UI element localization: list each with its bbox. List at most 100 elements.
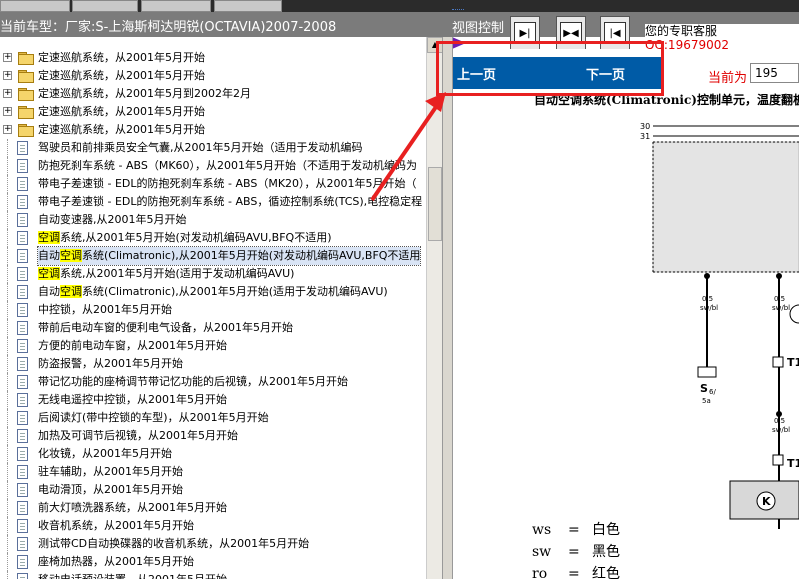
- tree-item-label[interactable]: 空调系统,从2001年5月开始(对发动机编码AVU,BFQ不适用): [38, 229, 332, 247]
- tree-item-label[interactable]: 自动空调系统(Climatronic),从2001年5月开始(适用于发动机编码A…: [38, 283, 388, 301]
- toolbar-button[interactable]: [0, 0, 70, 12]
- tree-guide-line: [7, 355, 9, 373]
- tree-item-label[interactable]: 带前后电动车窗的便利电气设备，从2001年5月开始: [38, 319, 293, 337]
- tree-item-label[interactable]: 中控锁，从2001年5月开始: [38, 301, 172, 319]
- expand-icon[interactable]: +: [3, 71, 12, 80]
- document-icon: [17, 321, 28, 335]
- tree-item-label[interactable]: 定速巡航系统，从2001年5月开始: [38, 67, 205, 85]
- prev-page-button[interactable]: 上一页: [457, 64, 496, 83]
- label-suffix: 系统(Climatronic),从2001年5月开始(对发动机编码AVU,BFQ…: [82, 249, 421, 262]
- tree-doc-item[interactable]: 座椅加热器，从2001年5月开始: [0, 553, 426, 571]
- tree-folder-item[interactable]: + 定速巡航系统，从2001年5月开始: [0, 121, 426, 139]
- tree-guide-line: [7, 517, 9, 535]
- tree-item-label[interactable]: 自动变速器,从2001年5月开始: [38, 211, 187, 229]
- current-page-input[interactable]: [750, 63, 799, 83]
- tree-item-label[interactable]: 空调系统,从2001年5月开始(适用于发动机编码AVU): [38, 265, 294, 283]
- tree-item-label[interactable]: 无线电遥控中控锁，从2001年5月开始: [38, 391, 227, 409]
- tree-doc-item[interactable]: 自动空调系统(Climatronic),从2001年5月开始(适用于发动机编码A…: [0, 283, 426, 301]
- tree-doc-item[interactable]: 化妆镜，从2001年5月开始: [0, 445, 426, 463]
- next-page-button[interactable]: 下一页: [586, 64, 625, 83]
- tree-doc-item[interactable]: 带电子差速锁 - EDL的防抱死刹车系统 - ABS，循迹控制系统(TCS),电…: [0, 193, 426, 211]
- tree-folder-item[interactable]: + 定速巡航系统，从2001年5月开始: [0, 103, 426, 121]
- expand-icon[interactable]: +: [3, 125, 12, 134]
- tree-item-label[interactable]: 驾驶员和前排乘员安全气囊,从2001年5月开始（适用于发动机编码: [38, 139, 363, 157]
- expand-icon[interactable]: +: [3, 107, 12, 116]
- top-toolbar-strip: [0, 0, 799, 12]
- tree-guide-line: [7, 193, 9, 211]
- wire-node: [776, 411, 782, 417]
- tree-item-label[interactable]: 带电子差速锁 - EDL的防抱死刹车系统 - ABS（MK20），从2001年5…: [38, 175, 417, 193]
- tree-item-label[interactable]: 化妆镜，从2001年5月开始: [38, 445, 172, 463]
- view-right-button[interactable]: |◀: [600, 16, 630, 50]
- tree-item-label[interactable]: 自动空调系统(Climatronic),从2001年5月开始(对发动机编码AVU…: [36, 246, 422, 266]
- scroll-thumb[interactable]: [428, 167, 442, 241]
- view-left-button[interactable]: ▶|: [510, 16, 540, 50]
- tree-doc-item[interactable]: 驻车辅助，从2001年5月开始: [0, 463, 426, 481]
- tree-doc-item[interactable]: 驾驶员和前排乘员安全气囊,从2001年5月开始（适用于发动机编码: [0, 139, 426, 157]
- tree-item-label[interactable]: 后阅读灯(带中控锁的车型)，从2001年5月开始: [38, 409, 269, 427]
- tree-guide-line: [7, 553, 9, 571]
- tree-item-label[interactable]: 定速巡航系统，从2001年5月开始: [38, 49, 205, 67]
- scroll-up-icon[interactable]: ▲: [427, 37, 443, 53]
- tree-doc-item[interactable]: 防盗报警，从2001年5月开始: [0, 355, 426, 373]
- tree-item-label[interactable]: 收音机系统，从2001年5月开始: [38, 517, 194, 535]
- legend-name: 红色: [592, 566, 620, 582]
- tree-guide-line: [7, 319, 9, 337]
- tree-doc-item[interactable]: 带记忆功能的座椅调节带记忆功能的后视镜，从2001年5月开始: [0, 373, 426, 391]
- tree-item-label[interactable]: 移动电话预设装置，从2001年5月开始: [38, 571, 227, 579]
- document-title: 自动空调系统(Climatronic)控制单元，温度翻板伺: [534, 93, 799, 107]
- tree-item-label[interactable]: 定速巡航系统，从2001年5月开始: [38, 103, 205, 121]
- tree-doc-item[interactable]: 自动空调系统(Climatronic),从2001年5月开始(对发动机编码AVU…: [0, 246, 426, 266]
- tree-scrollbar[interactable]: ▲: [426, 37, 443, 579]
- tree-doc-item[interactable]: 带前后电动车窗的便利电气设备，从2001年5月开始: [0, 319, 426, 337]
- link-indicator: [452, 7, 464, 10]
- tree-folder-item[interactable]: + 定速巡航系统，从2001年5月到2002年2月: [0, 85, 426, 103]
- tree-item-label[interactable]: 定速巡航系统，从2001年5月到2002年2月: [38, 85, 251, 103]
- expand-icon[interactable]: +: [3, 53, 12, 62]
- toolbar-button[interactable]: [141, 0, 211, 12]
- document-icon: [17, 501, 28, 515]
- tree-doc-item[interactable]: 自动变速器,从2001年5月开始: [0, 211, 426, 229]
- tree-doc-item[interactable]: 空调系统,从2001年5月开始(适用于发动机编码AVU): [0, 265, 426, 283]
- tree-guide-line: [7, 211, 9, 229]
- tree-item-label[interactable]: 加热及可调节后视镜，从2001年5月开始: [38, 427, 238, 445]
- tree-doc-item[interactable]: 防抱死刹车系统 - ABS（MK60），从2001年5月开始（不适用于发动机编码…: [0, 157, 426, 175]
- wire-3-color: sw/bl: [772, 426, 790, 434]
- tree-item-label[interactable]: 方便的前电动车窗，从2001年5月开始: [38, 337, 227, 355]
- tree-guide-line: [7, 391, 9, 409]
- flag-icon: [452, 37, 466, 49]
- legend-eq: =: [568, 566, 580, 582]
- panel-splitter[interactable]: [442, 37, 453, 579]
- tree-item-label[interactable]: 座椅加热器，从2001年5月开始: [38, 553, 194, 571]
- toolbar-button[interactable]: [72, 0, 138, 12]
- wire-3-gauge: 0,5: [774, 417, 785, 425]
- tree-item-label[interactable]: 电动滑顶，从2001年5月开始: [38, 481, 183, 499]
- legend-row: sw = 黑色: [532, 541, 620, 561]
- tree-doc-item[interactable]: 收音机系统，从2001年5月开始: [0, 517, 426, 535]
- document-icon: [17, 177, 28, 191]
- tree-doc-item[interactable]: 测试带CD自动换碟器的收音机系统，从2001年5月开始: [0, 535, 426, 553]
- tree-doc-item[interactable]: 加热及可调节后视镜，从2001年5月开始: [0, 427, 426, 445]
- tree-doc-item[interactable]: 无线电遥控中控锁，从2001年5月开始: [0, 391, 426, 409]
- tree-item-label[interactable]: 带记忆功能的座椅调节带记忆功能的后视镜，从2001年5月开始: [38, 373, 348, 391]
- tree-item-label[interactable]: 防抱死刹车系统 - ABS（MK60），从2001年5月开始（不适用于发动机编码…: [38, 157, 417, 175]
- tree-doc-item[interactable]: 空调系统,从2001年5月开始(对发动机编码AVU,BFQ不适用): [0, 229, 426, 247]
- tree-doc-item[interactable]: 后阅读灯(带中控锁的车型)，从2001年5月开始: [0, 409, 426, 427]
- tree-doc-item[interactable]: 移动电话预设装置，从2001年5月开始: [0, 571, 426, 579]
- tree-item-label[interactable]: 防盗报警，从2001年5月开始: [38, 355, 183, 373]
- view-center-button[interactable]: ▶◀: [556, 16, 586, 50]
- tree-item-label[interactable]: 带电子差速锁 - EDL的防抱死刹车系统 - ABS，循迹控制系统(TCS),电…: [38, 193, 422, 211]
- tree-doc-item[interactable]: 带电子差速锁 - EDL的防抱死刹车系统 - ABS（MK20），从2001年5…: [0, 175, 426, 193]
- tree-item-label[interactable]: 测试带CD自动换碟器的收音机系统，从2001年5月开始: [38, 535, 309, 553]
- toolbar-button[interactable]: [214, 0, 282, 12]
- tree-folder-item[interactable]: + 定速巡航系统，从2001年5月开始: [0, 67, 426, 85]
- tree-doc-item[interactable]: 中控锁，从2001年5月开始: [0, 301, 426, 319]
- tree-doc-item[interactable]: 方便的前电动车窗，从2001年5月开始: [0, 337, 426, 355]
- tree-item-label[interactable]: 前大灯喷洗器系统，从2001年5月开始: [38, 499, 227, 517]
- expand-icon[interactable]: +: [3, 89, 12, 98]
- tree-doc-item[interactable]: 电动滑顶，从2001年5月开始: [0, 481, 426, 499]
- tree-folder-item[interactable]: + 定速巡航系统，从2001年5月开始: [0, 49, 426, 67]
- tree-item-label[interactable]: 定速巡航系统，从2001年5月开始: [38, 121, 205, 139]
- tree-doc-item[interactable]: 前大灯喷洗器系统，从2001年5月开始: [0, 499, 426, 517]
- tree-item-label[interactable]: 驻车辅助，从2001年5月开始: [38, 463, 183, 481]
